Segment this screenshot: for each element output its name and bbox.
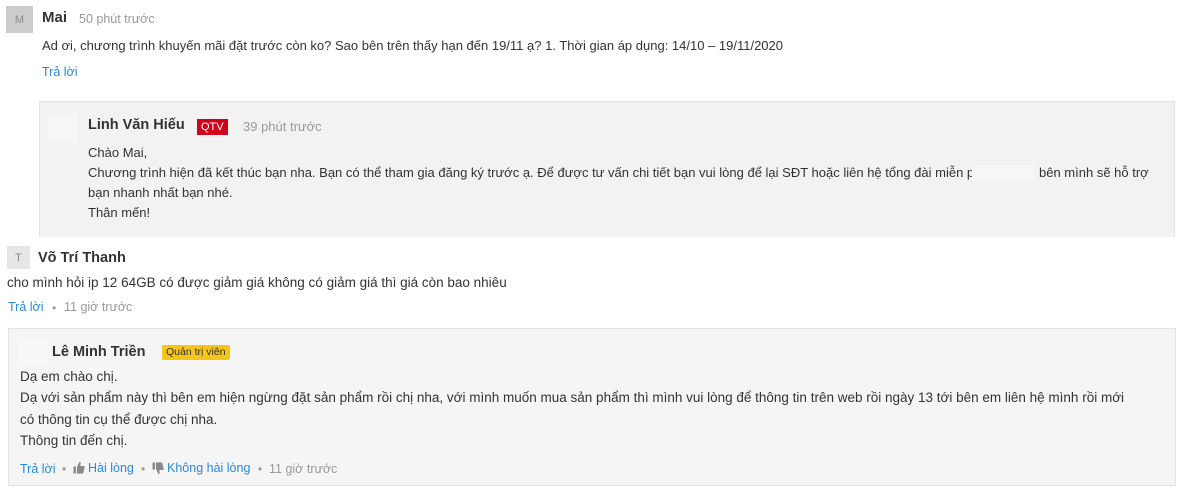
- reply-line-4: Thông tin đến chị.: [20, 433, 128, 448]
- reply-line-1: Chào Mai,: [88, 145, 148, 160]
- reply-line-1: Dạ em chào chị.: [20, 369, 118, 384]
- reply-button[interactable]: Trả lời: [42, 65, 78, 79]
- reply-time: 39 phút trước: [243, 119, 322, 134]
- comment-text: cho mình hỏi ip 12 64GB có được giảm giá…: [7, 275, 507, 290]
- reply-line-4: Thân mến!: [88, 205, 151, 220]
- reply-author: Lê Minh Triền: [52, 344, 146, 360]
- reply-avatar: [18, 338, 48, 366]
- avatar: T: [7, 246, 30, 269]
- avatar: M: [6, 6, 33, 33]
- dislike-button[interactable]: Không hài lòng: [167, 461, 250, 475]
- thumbs-up-icon[interactable]: [73, 461, 85, 474]
- separator: •: [62, 462, 67, 476]
- reply-line-3: bạn nhanh nhất bạn nhé.: [88, 185, 233, 200]
- thumbs-down-icon[interactable]: [152, 462, 164, 475]
- reply-button[interactable]: Trả lời: [8, 300, 44, 314]
- comment-text: Ad ơi, chương trình khuyến mãi đặt trước…: [42, 38, 783, 53]
- comment-time: 50 phút trước: [79, 12, 155, 26]
- reply-line-2: Dạ với sản phẩm này thì bên em hiện ngừn…: [20, 390, 1125, 405]
- qtv-badge: QTV: [197, 119, 228, 135]
- comment-author: Mai: [42, 9, 68, 26]
- separator: •: [258, 462, 263, 476]
- admin-badge: Quản trị viên: [162, 345, 230, 360]
- reply-time: 11 giờ trước: [269, 462, 338, 476]
- reply-button[interactable]: Trả lời: [20, 462, 56, 476]
- reply-avatar: [48, 113, 78, 143]
- separator: •: [141, 462, 146, 476]
- reply-line-2-end: bên mình sẽ hỗ trợ: [1039, 165, 1149, 180]
- comment-time: 11 giờ trước: [64, 300, 133, 314]
- reply-line-3: có thông tin cụ thể được chị nha.: [20, 412, 218, 427]
- separator: •: [52, 301, 57, 315]
- redacted-phone: [972, 165, 1034, 181]
- like-button[interactable]: Hài lòng: [88, 461, 134, 475]
- comment-author: Võ Trí Thanh: [38, 250, 126, 266]
- reply-author: Linh Văn Hiếu: [88, 117, 185, 133]
- reply-line-2: Chương trình hiện đã kết thúc bạn nha. B…: [88, 165, 985, 180]
